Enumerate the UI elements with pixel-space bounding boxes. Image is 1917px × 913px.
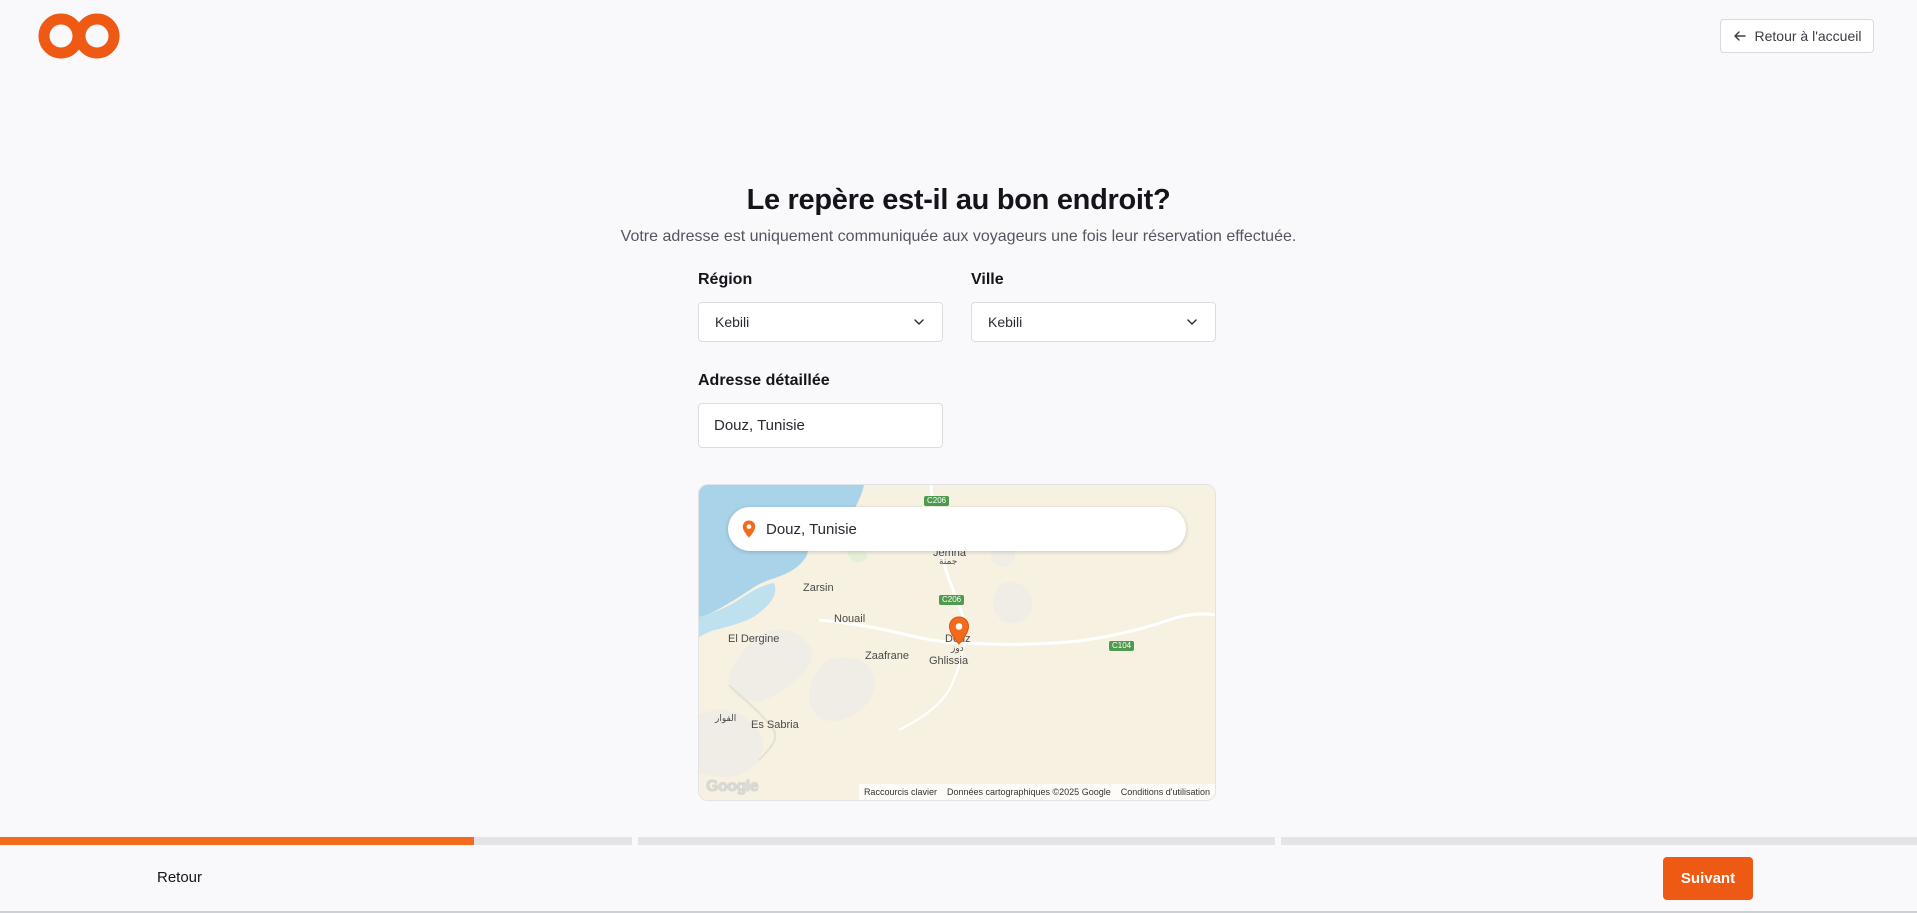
terms-link[interactable]: Conditions d'utilisation xyxy=(1121,787,1210,797)
map-place-zarsin: Zarsin xyxy=(803,582,834,594)
map-data-credit: Données cartographiques ©2025 Google xyxy=(946,787,1111,797)
progress-step-1 xyxy=(0,837,632,845)
progress-step-2 xyxy=(638,837,1275,845)
map-place-ghlissia: Ghlissia xyxy=(929,655,969,667)
next-button[interactable]: Suivant xyxy=(1663,857,1753,900)
progress-step-3 xyxy=(1281,837,1917,845)
address-input[interactable] xyxy=(698,403,943,448)
infinity-logo[interactable] xyxy=(38,11,120,61)
back-button[interactable]: Retour xyxy=(157,869,202,886)
region-value: Kebili xyxy=(715,314,750,330)
city-label: Ville xyxy=(971,271,1004,288)
page-title: Le repère est-il au bon endroit? xyxy=(746,184,1171,216)
map-search-value: Douz, Tunisie xyxy=(766,520,857,538)
chevron-down-icon xyxy=(914,319,924,325)
map-place-jemna-ar: جمنة xyxy=(939,556,958,566)
google-logo[interactable]: Google xyxy=(706,778,759,796)
map-search-box[interactable]: Douz, Tunisie xyxy=(728,507,1186,551)
page: Retour à l'accueil Le repère est-il au b… xyxy=(0,0,1917,913)
region-select[interactable]: Kebili xyxy=(698,302,943,342)
progress-step-1-fill xyxy=(0,837,474,845)
page-subtitle: Votre adresse est uniquement communiquée… xyxy=(620,228,1297,245)
keyboard-shortcuts-link[interactable]: Raccourcis clavier xyxy=(864,787,937,797)
progress-bar xyxy=(0,837,1917,845)
map-place-zaafrane: Zaafrane xyxy=(865,650,910,662)
city-select[interactable]: Kebili xyxy=(971,302,1216,342)
arrow-left-icon xyxy=(1733,31,1746,41)
back-to-home-button[interactable]: Retour à l'accueil xyxy=(1720,19,1874,53)
location-pin-icon xyxy=(742,520,756,538)
road-badge-c104: C104 xyxy=(1109,641,1135,651)
back-to-home-label: Retour à l'accueil xyxy=(1754,28,1862,44)
road-badge-c206: C206 xyxy=(939,595,965,605)
map-place-es-sabria: Es Sabria xyxy=(751,719,799,731)
city-value: Kebili xyxy=(988,314,1023,330)
map-place-el-dergine: El Dergine xyxy=(728,633,780,645)
map-attribution: Raccourcis clavier Données cartographiqu… xyxy=(858,784,1215,800)
region-label: Région xyxy=(698,271,753,288)
map-place-nouail: Nouail xyxy=(834,613,866,625)
location-marker-icon[interactable] xyxy=(948,616,970,646)
address-label: Adresse détaillée xyxy=(698,372,830,389)
road-badge-c206-top: C206 xyxy=(924,496,950,506)
map-place-el-faouar-ar: الفوار xyxy=(715,713,737,723)
map[interactable]: C206 C206 C104 Jemna جمنة Zarsin Nouail … xyxy=(698,484,1216,801)
chevron-down-icon xyxy=(1187,319,1197,325)
